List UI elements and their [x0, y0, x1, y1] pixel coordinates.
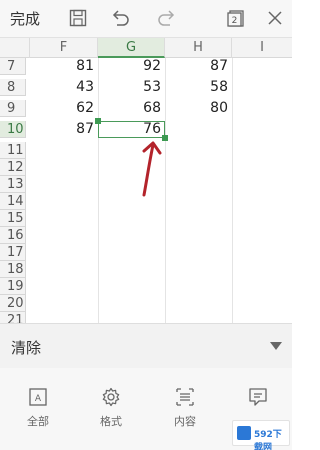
row-number[interactable]: 11: [0, 142, 26, 159]
column-g-header[interactable]: G: [98, 38, 165, 58]
content-icon: [176, 388, 194, 406]
cell-h10[interactable]: [165, 121, 232, 138]
clear-panel-header[interactable]: 清除: [0, 323, 292, 368]
close-icon[interactable]: [265, 8, 285, 28]
row-number[interactable]: 7: [0, 58, 26, 75]
done-button[interactable]: 完成: [10, 8, 40, 29]
watermark-text: 592下载网: [254, 430, 282, 450]
row-number[interactable]: 13: [0, 176, 26, 193]
clear-comment-button[interactable]: [233, 386, 283, 408]
clear-all-label: 全部: [27, 415, 49, 428]
cell-h8[interactable]: 58: [165, 79, 232, 96]
table-row: 15: [0, 210, 292, 227]
format-gear-icon: [102, 387, 120, 407]
clear-all-button[interactable]: A 全部: [13, 386, 63, 429]
svg-text:A: A: [35, 394, 42, 404]
column-h-header[interactable]: H: [165, 38, 232, 58]
row-number[interactable]: 16: [0, 227, 26, 244]
row-number[interactable]: 8: [0, 79, 26, 96]
watermark-badge: 592下载网: [232, 420, 290, 450]
cell-f10[interactable]: 87: [30, 121, 98, 138]
redo-icon[interactable]: [157, 8, 177, 28]
spreadsheet-grid[interactable]: 7 81 92 87 8 43 53 58 9 62 68 80 10 87 7…: [0, 58, 292, 323]
table-row: 8 43 53 58: [0, 79, 292, 96]
cell-h9[interactable]: 80: [165, 100, 232, 117]
clear-format-button[interactable]: 格式: [86, 386, 136, 429]
undo-icon[interactable]: [110, 8, 130, 28]
row-number[interactable]: 20: [0, 295, 26, 312]
switch-sheet-icon[interactable]: 2: [226, 8, 246, 28]
row-number[interactable]: 17: [0, 244, 26, 261]
table-row: 7 81 92 87: [0, 58, 292, 75]
cell-h7[interactable]: 87: [165, 58, 232, 75]
row-number[interactable]: 14: [0, 193, 26, 210]
row-number[interactable]: 10: [0, 121, 26, 138]
watermark-logo-icon: [237, 426, 251, 440]
cell-g9[interactable]: 68: [98, 100, 165, 117]
cell-g7[interactable]: 92: [98, 58, 165, 75]
row-number[interactable]: 15: [0, 210, 26, 227]
comment-icon: [249, 388, 267, 406]
table-row: 17: [0, 244, 292, 261]
table-row: 9 62 68 80: [0, 100, 292, 117]
panel-title: 清除: [11, 339, 42, 357]
all-icon: A: [29, 388, 47, 406]
selection-handle-top-left[interactable]: [95, 118, 101, 124]
corner-cell[interactable]: [0, 38, 30, 58]
row-number[interactable]: 19: [0, 278, 26, 295]
column-header: F G H I: [0, 38, 292, 58]
table-row: 18: [0, 261, 292, 278]
row-number[interactable]: 9: [0, 100, 26, 117]
cell-f9[interactable]: 62: [30, 100, 98, 117]
cell-f8[interactable]: 43: [30, 79, 98, 96]
table-row: 19: [0, 278, 292, 295]
save-icon[interactable]: [68, 8, 88, 28]
table-row: 21: [0, 312, 292, 323]
row-number[interactable]: 12: [0, 159, 26, 176]
collapse-triangle-icon[interactable]: [270, 342, 282, 350]
row-number[interactable]: 21: [0, 312, 26, 323]
clear-format-label: 格式: [100, 415, 122, 428]
cell-f7[interactable]: 81: [30, 58, 98, 75]
table-row: 20: [0, 295, 292, 312]
column-f-header[interactable]: F: [30, 38, 98, 58]
clear-content-button[interactable]: 内容: [160, 386, 210, 429]
row-number[interactable]: 18: [0, 261, 26, 278]
selected-cell-border: [98, 121, 165, 138]
cell-g8[interactable]: 53: [98, 79, 165, 96]
table-row: 16: [0, 227, 292, 244]
top-toolbar: 完成 2: [0, 0, 292, 38]
red-arrow-annotation: [142, 141, 162, 197]
clear-content-label: 内容: [174, 415, 196, 428]
column-i-header[interactable]: I: [232, 38, 292, 58]
svg-text:2: 2: [232, 16, 238, 26]
